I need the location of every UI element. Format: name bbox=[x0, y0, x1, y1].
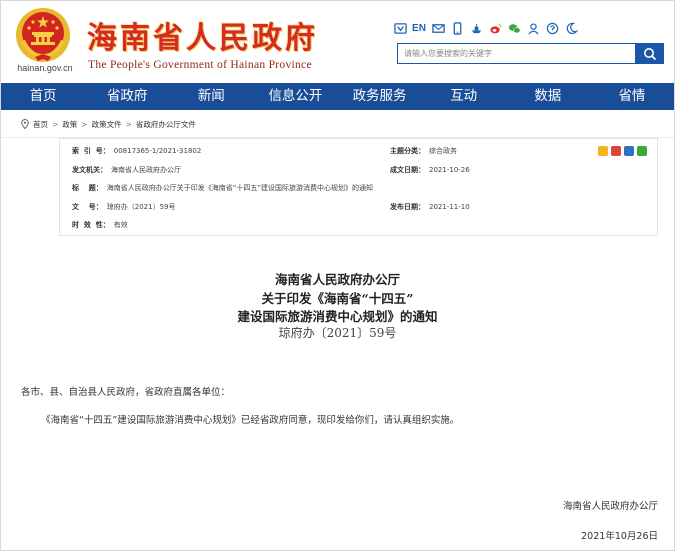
main-nav: 首页 省政府 新闻 信息公开 政务服务 互动 数据 省情 bbox=[1, 83, 674, 110]
english-language-link[interactable]: EN bbox=[412, 21, 426, 35]
meta-issuer-row: 发文机关： 海南省人民政府办公厅 bbox=[72, 164, 181, 176]
share-buttons bbox=[598, 146, 647, 156]
weibo-icon[interactable] bbox=[488, 21, 502, 35]
article-title-line2: 关于印发《海南省“十四五” bbox=[261, 291, 414, 306]
site-header: hainan.gov.cn 海南省人民政府 The People's Gover… bbox=[1, 1, 674, 83]
document-meta-box: 索 引 号： 00817365-1/2021-31802 主题分类： 综合政务 … bbox=[59, 138, 658, 236]
share-weibo-icon[interactable] bbox=[611, 146, 621, 156]
breadcrumb-policy-docs[interactable]: 政策文件 bbox=[92, 119, 122, 130]
nav-item-services[interactable]: 政务服务 bbox=[338, 83, 422, 110]
site-subtitle: The People's Government of Hainan Provin… bbox=[88, 59, 312, 71]
meta-issuer-value: 海南省人民政府办公厅 bbox=[111, 166, 181, 174]
nav-item-data[interactable]: 数据 bbox=[506, 83, 590, 110]
share-renren-icon[interactable] bbox=[624, 146, 634, 156]
meta-category-value: 综合政务 bbox=[429, 147, 457, 155]
breadcrumb-separator: > bbox=[125, 119, 132, 129]
meta-category-label: 主题分类： bbox=[390, 147, 425, 155]
breadcrumb-separator: > bbox=[52, 119, 59, 129]
meta-docno-row: 文 号： 琼府办（2021）59号 bbox=[72, 201, 175, 213]
article-doc-number: 琼府办〔2021〕59号 bbox=[278, 326, 397, 340]
nav-item-government[interactable]: 省政府 bbox=[85, 83, 169, 110]
breadcrumb-separator: > bbox=[81, 119, 88, 129]
article-signature-date: 2021年10月26日 bbox=[581, 531, 658, 542]
search-icon bbox=[643, 47, 656, 60]
meta-title-value: 海南省人民政府办公厅关于印发《海南省“十四五”建设国际旅游消费中心规划》的通知 bbox=[106, 184, 374, 192]
article-signature-org: 海南省人民政府办公厅 bbox=[562, 501, 658, 512]
nav-item-home[interactable]: 首页 bbox=[1, 83, 85, 110]
header-toolbar: EN bbox=[393, 20, 578, 36]
nav-item-interaction[interactable]: 互动 bbox=[422, 83, 506, 110]
article-body-paragraph: 《海南省“十四五”建设国际旅游消费中心规划》已经省政府同意，现印发给你们，请认真… bbox=[41, 415, 460, 426]
ship-icon[interactable] bbox=[469, 21, 483, 35]
national-emblem-icon[interactable] bbox=[15, 7, 71, 63]
breadcrumb-policy[interactable]: 政策 bbox=[62, 119, 77, 130]
mobile-icon[interactable] bbox=[450, 21, 464, 35]
meta-created-row: 成文日期： 2021-10-26 bbox=[390, 164, 470, 176]
meta-title-label: 标 题： bbox=[72, 184, 103, 192]
meta-published-label: 发布日期： bbox=[390, 203, 425, 211]
meta-created-label: 成文日期： bbox=[390, 166, 425, 174]
wechat-icon[interactable] bbox=[507, 21, 521, 35]
meta-published-row: 发布日期： 2021-11-10 bbox=[390, 201, 470, 213]
meta-index-label: 索 引 号： bbox=[72, 147, 110, 155]
article-salutation: 各市、县、自治县人民政府，省政府直属各单位： bbox=[21, 387, 231, 398]
meta-issuer-label: 发文机关： bbox=[72, 166, 107, 174]
meta-validity-value: 有效 bbox=[113, 221, 128, 229]
meta-index-value: 00817365-1/2021-31802 bbox=[113, 147, 202, 155]
meta-docno-label: 文 号： bbox=[72, 203, 103, 211]
meta-published-value: 2021-11-10 bbox=[429, 203, 470, 211]
moon-icon[interactable] bbox=[564, 21, 578, 35]
location-pin-icon bbox=[21, 119, 29, 129]
meta-index-row: 索 引 号： 00817365-1/2021-31802 bbox=[72, 145, 201, 157]
page-frame: hainan.gov.cn 海南省人民政府 The People's Gover… bbox=[0, 0, 675, 551]
help-icon[interactable] bbox=[545, 21, 559, 35]
nav-item-news[interactable]: 新闻 bbox=[169, 83, 253, 110]
site-domain: hainan.gov.cn bbox=[17, 63, 73, 73]
breadcrumb-home[interactable]: 首页 bbox=[33, 119, 48, 130]
nav-item-info-disclosure[interactable]: 信息公开 bbox=[253, 83, 337, 110]
share-qzone-icon[interactable] bbox=[598, 146, 608, 156]
user-icon[interactable] bbox=[526, 21, 540, 35]
site-title[interactable]: 海南省人民政府 bbox=[87, 13, 318, 57]
mail-icon[interactable] bbox=[431, 21, 445, 35]
meta-created-value: 2021-10-26 bbox=[429, 166, 470, 174]
accessibility-icon[interactable] bbox=[393, 21, 407, 35]
meta-validity-row: 时 效 性： 有效 bbox=[72, 219, 128, 231]
article-title-line3: 建设国际旅游消费中心规划》的通知 bbox=[237, 309, 438, 324]
nav-item-province-info[interactable]: 省情 bbox=[590, 83, 674, 110]
meta-docno-value: 琼府办（2021）59号 bbox=[106, 203, 176, 211]
meta-title-row: 标 题： 海南省人民政府办公厅关于印发《海南省“十四五”建设国际旅游消费中心规划… bbox=[72, 182, 373, 194]
article-title-line1: 海南省人民政府办公厅 bbox=[274, 272, 400, 287]
search-button[interactable] bbox=[635, 43, 664, 64]
meta-category-row: 主题分类： 综合政务 bbox=[390, 145, 457, 157]
breadcrumb: 首页 > 政策 > 政策文件 > 省政府办公厅文件 bbox=[21, 118, 196, 130]
breadcrumb-office-docs[interactable]: 省政府办公厅文件 bbox=[136, 119, 196, 130]
share-wechat-icon[interactable] bbox=[637, 146, 647, 156]
search-input[interactable] bbox=[397, 43, 635, 64]
meta-validity-label: 时 效 性： bbox=[72, 221, 110, 229]
